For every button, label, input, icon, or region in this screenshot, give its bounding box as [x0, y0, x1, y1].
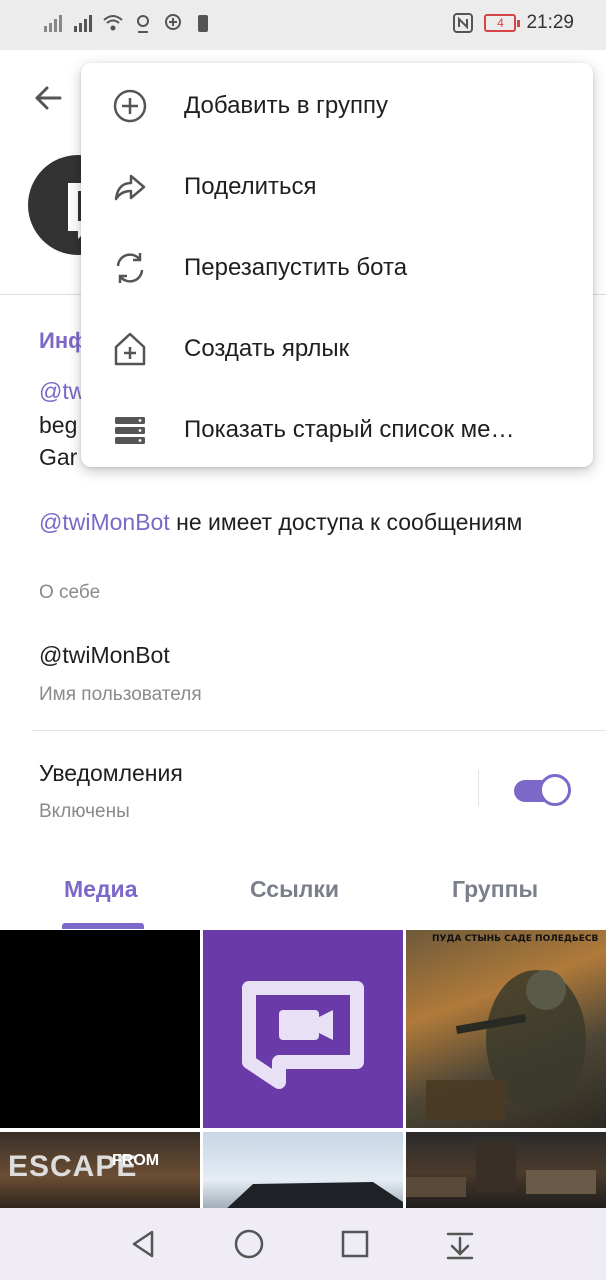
menu-item-label: Показать старый список ме…	[184, 416, 515, 443]
clock: 21:29	[526, 12, 574, 33]
nav-back-icon[interactable]	[126, 1226, 162, 1262]
street-image	[406, 1142, 596, 1197]
menu-item-label: Создать ярлык	[184, 335, 350, 362]
car-image	[227, 1182, 403, 1208]
menu-item-create-shortcut[interactable]: Создать ярлык	[81, 308, 593, 389]
add-shortcut-icon	[114, 332, 146, 366]
menu-item-add-to-group[interactable]: Добавить в группу	[81, 65, 593, 146]
share-icon	[114, 174, 146, 201]
notifications-title[interactable]: Уведомления	[39, 760, 183, 787]
menu-item-label: Поделиться	[184, 173, 317, 200]
twitch-logo-icon	[242, 981, 364, 1089]
menu-item-show-old-list[interactable]: Показать старый список ме…	[81, 389, 593, 470]
about-text: @twiMonBot не имеет доступа к сообщениям	[39, 506, 579, 538]
nfc-icon	[453, 13, 474, 33]
overflow-menu: Добавить в группу Поделиться Перезапусти…	[81, 63, 593, 467]
media-thumbnail[interactable]	[203, 1132, 403, 1208]
battery-saver-icon	[198, 15, 208, 32]
about-mention-link[interactable]: @twiMonBot	[39, 509, 170, 535]
about-body: не имеет доступа к сообщениям	[169, 509, 523, 535]
nav-recents-icon[interactable]	[337, 1226, 373, 1262]
tab-media[interactable]: Медиа	[64, 876, 137, 903]
restart-icon	[116, 253, 144, 283]
thumbnail-subtitle: FROM	[112, 1152, 160, 1169]
system-nav-bar	[0, 1208, 606, 1280]
tab-groups[interactable]: Группы	[452, 876, 538, 903]
menu-item-restart-bot[interactable]: Перезапустить бота	[81, 227, 593, 308]
status-icons-right: 4 21:29	[452, 12, 574, 34]
add-circle-icon	[113, 89, 147, 123]
menu-item-share[interactable]: Поделиться	[81, 146, 593, 227]
status-icons-left	[42, 12, 214, 34]
media-thumbnail[interactable]	[0, 930, 200, 1128]
signal-icon-2	[74, 15, 92, 32]
tab-links[interactable]: Ссылки	[250, 876, 339, 903]
bio-text-line-2: Gar	[39, 444, 78, 470]
status-bar: 4 21:29	[0, 0, 606, 50]
battery-icon: 4	[484, 14, 521, 32]
bio-text-line-1: beg	[39, 412, 78, 438]
menu-item-label: Добавить в группу	[184, 92, 388, 119]
vertical-divider	[478, 770, 479, 806]
bio-link[interactable]: @tw	[39, 378, 85, 405]
divider	[32, 730, 606, 731]
media-thumbnail[interactable]	[406, 1132, 606, 1208]
username-label: Имя пользователя	[39, 684, 202, 705]
tab-indicator	[62, 923, 144, 929]
media-grid: ПУДА СТЫНЬ САДЕ ПОЛЕДЬЕСВ ESCAPE FROM	[0, 930, 606, 1208]
thumbnail-caption: ПУДА СТЫНЬ САДЕ ПОЛЕДЬЕСВ	[432, 934, 599, 944]
toggle-knob	[539, 774, 571, 806]
signal-icon	[44, 15, 62, 32]
wifi-icon	[103, 15, 123, 31]
media-thumbnail[interactable]	[203, 930, 403, 1128]
list-icon	[115, 417, 145, 444]
nav-notifications-pulldown-icon[interactable]	[442, 1226, 478, 1262]
media-tabs: Медиа Ссылки Группы	[0, 860, 606, 930]
notifications-status: Включены	[39, 801, 130, 822]
artwork-image	[426, 970, 586, 1120]
about-label: О себе	[39, 582, 101, 603]
media-thumbnail[interactable]: ESCAPE FROM	[0, 1132, 200, 1208]
notifications-toggle[interactable]	[514, 774, 571, 806]
back-arrow-icon[interactable]	[30, 80, 66, 116]
media-thumbnail[interactable]: ПУДА СТЫНЬ САДЕ ПОЛЕДЬЕСВ	[406, 930, 606, 1128]
bug-icon	[137, 15, 149, 33]
username-value[interactable]: @twiMonBot	[39, 642, 170, 669]
menu-item-label: Перезапустить бота	[184, 254, 408, 281]
nav-home-icon[interactable]	[231, 1226, 267, 1262]
location-icon	[165, 14, 181, 30]
